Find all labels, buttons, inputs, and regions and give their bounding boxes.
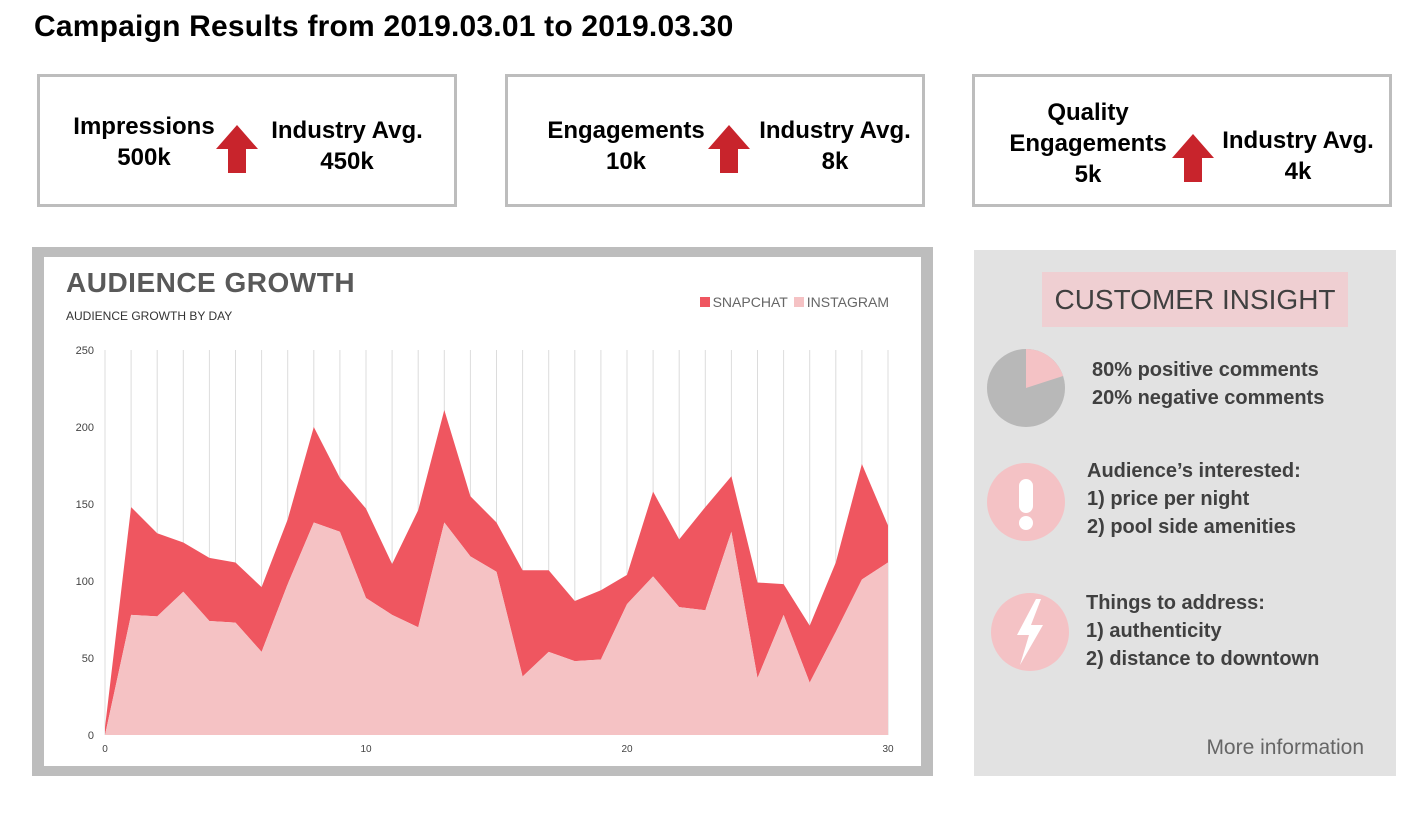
sentiment-text: 80% positive comments 20% negative comme… <box>1092 356 1324 412</box>
customer-insight-panel: CUSTOMER INSIGHT 80% positive comments 2… <box>974 250 1396 776</box>
exclamation-icon <box>987 463 1065 541</box>
address-text: Things to address: 1) authenticity 2) di… <box>1086 589 1319 673</box>
more-information-link[interactable]: More information <box>1206 736 1364 760</box>
interest-line: 1) price per night <box>1087 488 1250 510</box>
chart-frame: 0 50 100 150 200 250 0 10 20 30 AUDIENCE GROWTH A… <box>32 247 933 776</box>
kpi-metric-label: Quality <box>1047 99 1129 126</box>
kpi-avg-value: 450k <box>320 148 374 175</box>
lightning-icon <box>991 593 1069 671</box>
kpi-avg-value: 4k <box>1284 158 1312 185</box>
kpi-avg-value: 8k <box>821 148 849 175</box>
kpi-metric: Quality Engagements 5k <box>1003 97 1173 190</box>
kpi-metric-label: Engagements <box>1009 130 1167 157</box>
y-tick-label: 200 <box>76 422 94 434</box>
kpi-avg-label: Industry Avg. <box>759 117 911 144</box>
legend-label: INSTAGRAM <box>806 294 889 310</box>
kpi-card-quality-engagements: Quality Engagements 5k Industry Avg. 4k <box>972 74 1392 207</box>
address-line: 2) distance to downtown <box>1086 648 1320 670</box>
insight-title: CUSTOMER INSIGHT <box>1042 272 1348 327</box>
x-tick-label: 10 <box>360 744 372 755</box>
sentiment-line: 20% negative comments <box>1092 387 1325 409</box>
chart-title: AUDIENCE GROWTH <box>66 267 356 298</box>
kpi-metric-value: 10k <box>605 148 647 175</box>
legend-label: SNAPCHAT <box>712 294 788 310</box>
kpi-avg-label: Industry Avg. <box>1222 127 1374 154</box>
interest-line: 2) pool side amenities <box>1087 516 1296 538</box>
up-arrow-icon <box>708 125 750 173</box>
kpi-avg-label: Industry Avg. <box>271 117 423 144</box>
kpi-industry-avg: Industry Avg. 450k <box>262 115 432 177</box>
kpi-metric: Impressions 500k <box>70 111 218 173</box>
y-tick-label: 0 <box>88 730 94 742</box>
y-tick-label: 150 <box>76 499 94 511</box>
kpi-card-engagements: Engagements 10k Industry Avg. 8k <box>505 74 925 207</box>
kpi-metric: Engagements 10k <box>542 115 710 177</box>
legend-swatch <box>793 297 804 307</box>
up-arrow-icon <box>216 125 258 173</box>
kpi-metric-label: Impressions <box>73 113 215 140</box>
chart-legend: SNAPCHAT INSTAGRAM <box>694 294 889 310</box>
y-tick-label: 50 <box>82 653 94 665</box>
kpi-metric-value: 500k <box>117 144 171 171</box>
sentiment-line: 80% positive comments <box>1092 359 1319 381</box>
audience-growth-chart: 0 50 100 150 200 250 0 10 20 30 AUDIENCE GROWTH A… <box>44 257 921 766</box>
interest-text: Audience’s interested: 1) price per nigh… <box>1087 457 1301 541</box>
chart-plot: 0 50 100 150 200 250 0 10 20 30 <box>76 345 894 755</box>
x-tick-label: 20 <box>621 744 633 755</box>
legend-item-instagram: INSTAGRAM <box>793 294 889 310</box>
up-arrow-icon <box>1172 134 1214 182</box>
kpi-metric-value: 5k <box>1074 161 1102 188</box>
legend-swatch <box>699 297 710 307</box>
x-tick-label: 30 <box>882 744 894 755</box>
kpi-metric-label: Engagements <box>547 117 705 144</box>
kpi-industry-avg: Industry Avg. 4k <box>1213 125 1383 187</box>
kpi-card-impressions: Impressions 500k Industry Avg. 450k <box>37 74 457 207</box>
address-line: Things to address: <box>1086 592 1265 614</box>
y-tick-label: 100 <box>76 576 94 588</box>
x-tick-label: 0 <box>102 744 108 755</box>
pie-chart-icon <box>987 349 1065 427</box>
interest-line: Audience’s interested: <box>1087 460 1301 482</box>
y-tick-label: 250 <box>76 345 94 357</box>
kpi-industry-avg: Industry Avg. 8k <box>750 115 920 177</box>
chart-subtitle: AUDIENCE GROWTH BY DAY <box>66 309 233 323</box>
legend-item-snapchat: SNAPCHAT <box>699 294 788 310</box>
page-title: Campaign Results from 2019.03.01 to 2019… <box>34 10 734 43</box>
address-line: 1) authenticity <box>1086 620 1222 642</box>
